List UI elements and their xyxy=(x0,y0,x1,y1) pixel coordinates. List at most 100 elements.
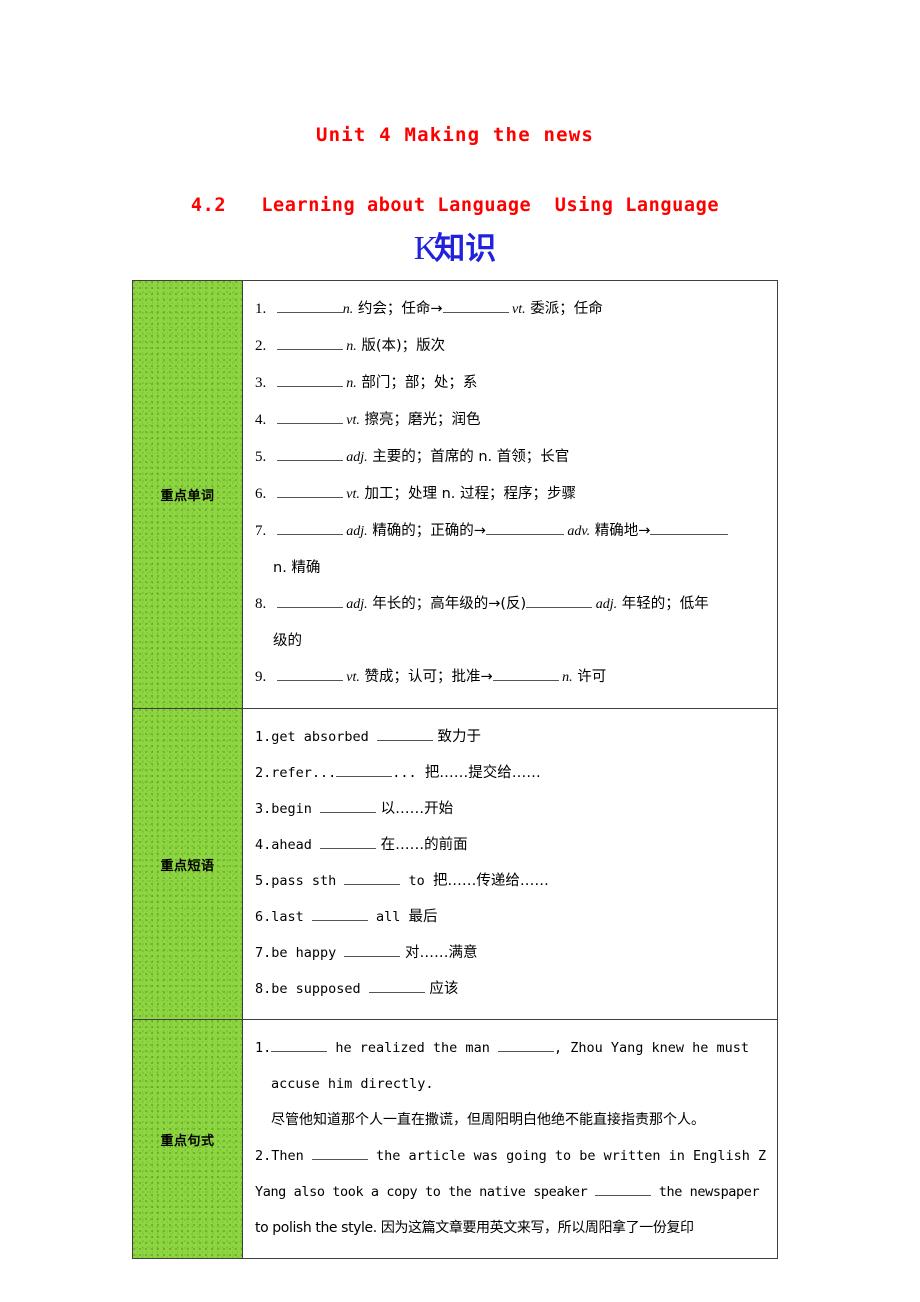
sentence-continuation: accuse him directly. xyxy=(271,1076,434,1092)
item-number: 2. xyxy=(255,765,272,781)
list-item: 3.begin 以……开始 xyxy=(255,791,777,827)
blank-field[interactable] xyxy=(650,534,729,535)
list-item: 4. vt. 擦亮；磨光；润色 xyxy=(255,402,777,439)
blank-field[interactable] xyxy=(311,1159,368,1160)
item-number: 3. xyxy=(255,375,267,391)
blank-field[interactable] xyxy=(526,607,593,608)
row-label-words: 重点单词 xyxy=(133,281,243,708)
list-item: 6.last all 最后 xyxy=(255,899,777,935)
list-item: 7. adj. 精确的；正确的→ adv. 精确地→ xyxy=(255,513,777,550)
gloss: 首领；长官 xyxy=(492,449,570,465)
list-item: 2.refer...... 把……提交给…… xyxy=(255,755,777,791)
list-item: 9. vt. 赞成；认可；批准→ n. 许可 xyxy=(255,659,777,696)
blank-field[interactable] xyxy=(595,1195,652,1196)
phrase-text: ahead xyxy=(271,837,321,853)
k-letter: K xyxy=(413,230,438,267)
blank-field[interactable] xyxy=(485,534,564,535)
blank-field[interactable] xyxy=(344,956,401,957)
blank-field[interactable] xyxy=(276,312,343,313)
phrase-text: pass sth xyxy=(271,873,345,889)
blank-field[interactable] xyxy=(276,349,343,350)
item-number: 5. xyxy=(255,449,267,465)
sentence-text: Yang also took a copy to the native spea… xyxy=(255,1184,596,1200)
gloss: 擦亮；磨光；润色 xyxy=(359,412,481,428)
gloss: 加工；处理 n. xyxy=(359,486,456,502)
blank-field[interactable] xyxy=(320,812,377,813)
pos-tag: vt. xyxy=(342,487,360,502)
pos-tag: n. xyxy=(342,376,357,391)
row-label-phrases: 重点短语 xyxy=(133,709,243,1019)
gloss: 致力于 xyxy=(432,729,482,745)
item-number: 1. xyxy=(255,301,267,317)
blank-field[interactable] xyxy=(271,1051,328,1052)
table-row: 重点单词 1. n. 约会；任命→ vt. 委派；任命 2. n. 版(本)；版… xyxy=(133,281,777,709)
k-hanzi: 知识 xyxy=(434,231,497,267)
pos-tag: adj. xyxy=(342,524,368,539)
list-item: 2. n. 版(本)；版次 xyxy=(255,328,777,365)
blank-field[interactable] xyxy=(276,497,343,498)
pos-tag: n. xyxy=(342,339,357,354)
blank-field[interactable] xyxy=(311,920,368,921)
list-item: 2.Then the article was going to be writt… xyxy=(255,1138,777,1174)
list-item: 5. adj. 主要的；首席的 n. 首领；长官 xyxy=(255,439,777,476)
row-label-sentences: 重点句式 xyxy=(133,1020,243,1258)
gloss: 约会；任命→ xyxy=(353,301,443,317)
list-item: 1. he realized the man , Zhou Yang knew … xyxy=(255,1030,777,1066)
blank-field[interactable] xyxy=(276,386,343,387)
phrase-text: last xyxy=(271,909,312,925)
sentence-text: he realized the man xyxy=(327,1040,498,1056)
gloss: 应该 xyxy=(424,981,459,997)
sentence-text: the newspaper xyxy=(651,1184,760,1200)
blank-field[interactable] xyxy=(344,884,401,885)
gloss: 版(本)；版次 xyxy=(356,338,446,354)
list-item: 1.get absorbed 致力于 xyxy=(255,719,777,755)
gloss: 部门；部；处；系 xyxy=(356,375,478,391)
phrase-text: be supposed xyxy=(271,981,369,997)
list-item: 8. adj. 年长的；高年级的→(反) adj. 年轻的；低年 xyxy=(255,586,777,623)
gloss: 年长的；高年级的→(反) xyxy=(367,596,527,612)
list-item-continuation: n. 精确 xyxy=(273,560,321,576)
item-number: 4. xyxy=(255,837,272,853)
list-item: 6. vt. 加工；处理 n. 过程；程序；步骤 xyxy=(255,476,777,513)
section-title: 4.2 Learning about Language Using Langua… xyxy=(190,195,720,216)
table-row: 重点句式 1. he realized the man , Zhou Yang … xyxy=(133,1020,777,1258)
blank-field[interactable] xyxy=(320,848,377,849)
item-number: 7. xyxy=(255,523,267,539)
blank-field[interactable] xyxy=(276,460,343,461)
pos-tag: adj. xyxy=(592,597,618,612)
gloss: 委派；任命 xyxy=(525,301,603,317)
gloss: 把……传递给…… xyxy=(432,873,549,889)
blank-field[interactable] xyxy=(276,423,343,424)
phrase-text: refer... xyxy=(271,765,337,781)
item-number: 4. xyxy=(255,412,267,428)
item-number: 7. xyxy=(255,945,272,961)
blank-field[interactable] xyxy=(276,607,343,608)
item-number: 2. xyxy=(255,1148,272,1164)
blank-field[interactable] xyxy=(492,680,559,681)
list-item: 4.ahead 在……的前面 xyxy=(255,827,777,863)
list-item: 3. n. 部门；部；处；系 xyxy=(255,365,777,402)
blank-field[interactable] xyxy=(442,312,509,313)
item-number: 5. xyxy=(255,873,272,889)
sentences-content: 1. he realized the man , Zhou Yang knew … xyxy=(243,1020,777,1258)
pos-tag: vt. xyxy=(508,302,526,317)
pos-tag: n. xyxy=(342,302,354,317)
list-item: 7.be happy 对……满意 xyxy=(255,935,777,971)
pos-tag: n. xyxy=(558,670,573,685)
phrases-content: 1.get absorbed 致力于 2.refer...... 把……提交给…… xyxy=(243,709,777,1019)
blank-field[interactable] xyxy=(376,740,433,741)
item-number: 3. xyxy=(255,801,272,817)
item-number: 6. xyxy=(255,909,272,925)
gloss: 过程；程序；步骤 xyxy=(455,486,576,502)
blank-field[interactable] xyxy=(336,776,393,777)
blank-field[interactable] xyxy=(276,534,343,535)
blank-field[interactable] xyxy=(276,680,343,681)
phrase-text: all xyxy=(367,909,409,925)
gloss: 在……的前面 xyxy=(376,837,468,853)
pos-tag: vt. xyxy=(342,413,360,428)
blank-field[interactable] xyxy=(497,1051,554,1052)
blank-field[interactable] xyxy=(368,992,425,993)
sentence-text: Then xyxy=(271,1148,312,1164)
words-content: 1. n. 约会；任命→ vt. 委派；任命 2. n. 版(本)；版次 3. … xyxy=(243,281,777,708)
phrase-text: get absorbed xyxy=(271,729,377,745)
